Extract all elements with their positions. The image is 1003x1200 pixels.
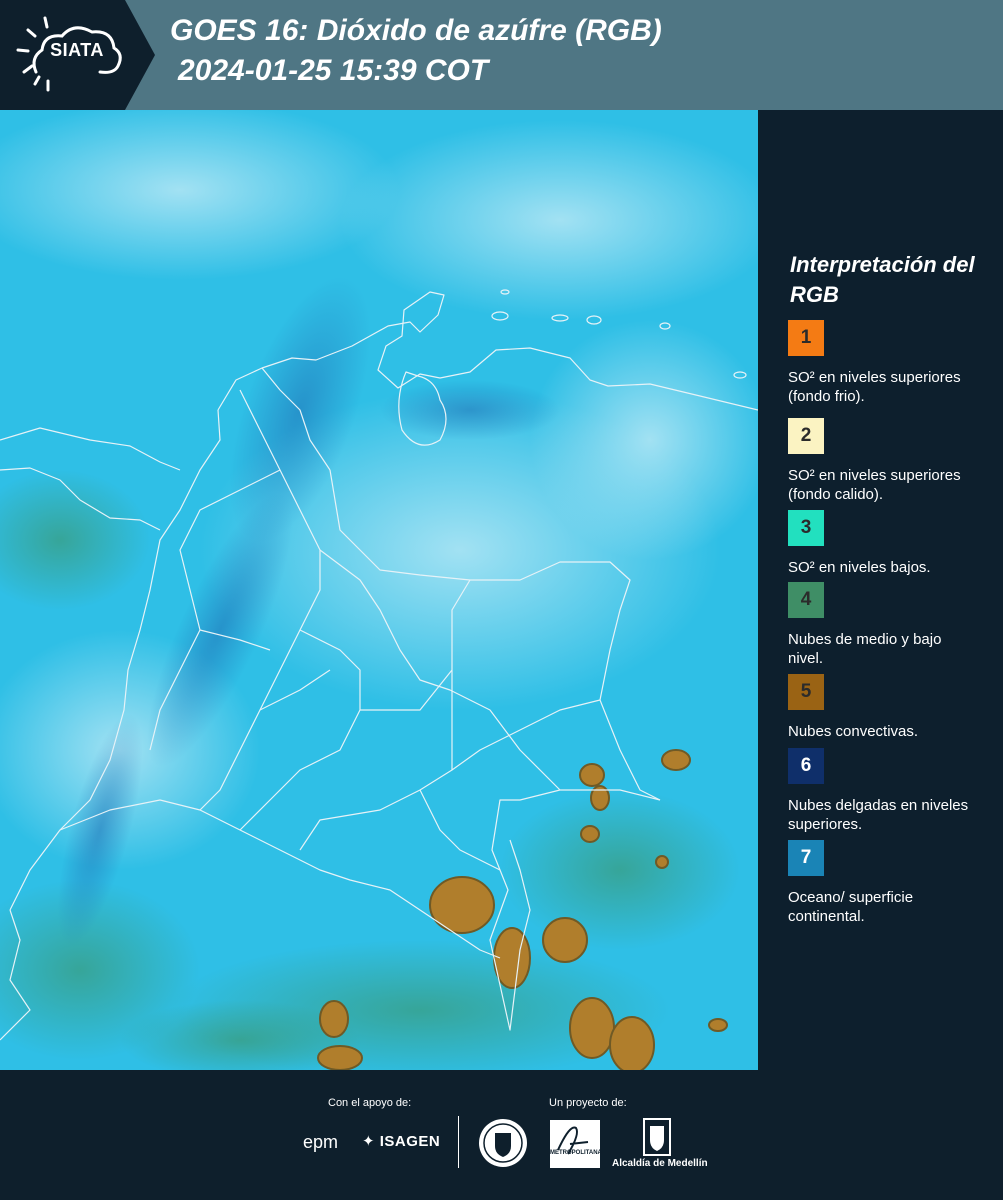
isagen-label: ISAGEN [379, 1133, 441, 1150]
legend-item-3: 3 SO² en niveles bajos. [788, 510, 978, 577]
satellite-map [0, 110, 758, 1070]
medellin-seal-icon [479, 1119, 527, 1167]
legend-label: SO² en niveles superiores (fondo calido)… [788, 467, 961, 503]
isagen-mark-icon: ✦ [362, 1133, 380, 1150]
area-metropolitana-logo-icon [550, 1120, 600, 1168]
legend-item-4: 4 Nubes de medio y bajo nivel. [788, 582, 978, 668]
legend-swatch: 6 [788, 748, 824, 784]
legend-item-1: 1 SO² en niveles superiores (fondo frio)… [788, 320, 978, 406]
page-timestamp: 2024-01-25 15:39 COT [178, 54, 489, 87]
footer-bar: Con el apoyo de: Un proyecto de: epm ✦ I… [0, 1070, 1003, 1200]
header-bar: SIATA GOES 16: Dióxido de azúfre (RGB) 2… [0, 0, 1003, 110]
legend-label: SO² en niveles bajos. [788, 559, 931, 576]
page-title: GOES 16: Dióxido de azúfre (RGB) [170, 14, 662, 47]
legend-item-2: 2 SO² en niveles superiores (fondo calid… [788, 418, 978, 504]
legend-label: Oceano/ superficie continental. [788, 889, 914, 925]
isagen-logo: ✦ ISAGEN [362, 1132, 440, 1150]
legend-title: Interpretación del RGB [790, 252, 975, 307]
alcaldia-label: Alcaldía de Medellín [612, 1158, 708, 1169]
footer-divider [458, 1116, 459, 1168]
satellite-rgb-image [0, 110, 758, 1070]
legend-item-5: 5 Nubes convectivas. [788, 674, 978, 741]
logo-text: SIATA [50, 40, 104, 60]
legend-panel: Interpretación del RGB 1 SO² en niveles … [760, 110, 1003, 1070]
legend-item-7: 7 Oceano/ superficie continental. [788, 840, 978, 926]
area-metropolitana-label: METROPOLITANA [550, 1150, 602, 1156]
legend-label: Nubes delgadas en niveles superiores. [788, 797, 969, 833]
legend-swatch: 5 [788, 674, 824, 710]
legend-item-6: 6 Nubes delgadas en niveles superiores. [788, 748, 978, 834]
epm-logo: epm [303, 1132, 339, 1152]
legend-swatch: 7 [788, 840, 824, 876]
legend-swatch: 3 [788, 510, 824, 546]
legend-label: Nubes de medio y bajo nivel. [788, 631, 942, 667]
project-label: Un proyecto de: [549, 1097, 627, 1109]
support-label: Con el apoyo de: [328, 1097, 412, 1109]
legend-label: Nubes convectivas. [788, 723, 919, 740]
alcaldia-shield-icon [643, 1118, 671, 1156]
legend-swatch: 1 [788, 320, 824, 356]
legend-swatch: 4 [788, 582, 824, 618]
siata-logo: SIATA [0, 0, 155, 110]
legend-label: SO² en niveles superiores (fondo frio). [788, 369, 961, 405]
legend-swatch: 2 [788, 418, 824, 454]
